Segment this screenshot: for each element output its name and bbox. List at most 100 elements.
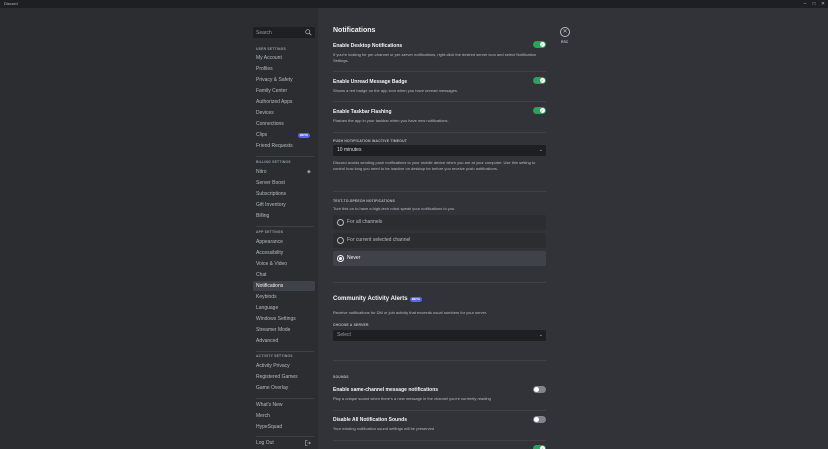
taskbar-flashing-title: Enable Taskbar Flashing (333, 109, 392, 115)
radio-label: Never (347, 255, 361, 261)
sidebar-item-gift-inventory[interactable]: Gift Inventory (253, 200, 315, 210)
sidebar-item-clips[interactable]: Clips BETA (253, 130, 315, 140)
divider (333, 410, 546, 411)
taskbar-flashing-toggle[interactable]: ✓ (533, 107, 546, 114)
radio-icon (337, 219, 344, 226)
sidebar-item-subscriptions[interactable]: Subscriptions (253, 189, 315, 199)
taskbar-flashing-description: Flashes the app in your taskbar when you… (333, 118, 449, 123)
sidebar-item-privacy-safety[interactable]: Privacy & Safety (253, 75, 315, 85)
sidebar-item-billing[interactable]: Billing (253, 211, 315, 221)
check-icon: ✓ (540, 42, 544, 47)
sidebar-item-label: Clips (256, 132, 268, 138)
divider (333, 282, 546, 283)
sidebar-item-profiles[interactable]: Profiles (253, 64, 315, 74)
sidebar-item-whats-new[interactable]: What's New (253, 400, 315, 410)
push-timeout-label: PUSH NOTIFICATION INACTIVE TIMEOUT (333, 139, 407, 143)
same-channel-sound-description: Play a unique sound when there's a new m… (333, 396, 491, 401)
server-select-placeholder: Select (337, 332, 351, 338)
divider (333, 132, 546, 133)
billing-settings-header: BILLING SETTINGS (256, 160, 291, 164)
tts-description: Turn this on to have a high-tech robot s… (333, 206, 456, 211)
radio-selected-icon (337, 255, 344, 262)
sidebar-item-advanced[interactable]: Advanced (253, 336, 315, 346)
chevron-down-icon: ⌄ (538, 147, 543, 153)
check-icon: ✓ (540, 78, 544, 83)
sidebar-item-registered-games[interactable]: Registered Games (253, 372, 315, 382)
beta-badge: BETA (410, 297, 422, 302)
next-setting-toggle[interactable]: ✓ (533, 445, 546, 449)
sidebar-item-my-account[interactable]: My Account (253, 53, 315, 63)
user-settings-header: USER SETTINGS (256, 47, 286, 51)
sidebar-divider (256, 398, 314, 399)
disable-sounds-description: Your existing notification sound setting… (333, 426, 435, 431)
sidebar-divider (256, 436, 314, 437)
sidebar-item-family-center[interactable]: Family Center (253, 86, 315, 96)
sidebar-item-label: Nitro (256, 169, 267, 175)
same-channel-sound-toggle[interactable] (533, 386, 546, 393)
sidebar-item-devices[interactable]: Devices (253, 108, 315, 118)
sidebar-item-windows-settings[interactable]: Windows Settings (253, 314, 315, 324)
sidebar-item-nitro[interactable]: Nitro ◈ (253, 167, 315, 177)
sidebar-item-friend-requests[interactable]: Friend Requests (253, 141, 315, 151)
tts-option-never[interactable]: Never (333, 251, 546, 266)
notifications-panel: Notifications Enable Desktop Notificatio… (318, 8, 828, 449)
server-select[interactable]: Select ⌄ (333, 330, 546, 341)
search-box[interactable] (253, 27, 315, 38)
disable-sounds-title: Disable All Notification Sounds (333, 417, 407, 423)
sidebar-item-accessibility[interactable]: Accessibility (253, 248, 315, 258)
app-name: Discord (4, 1, 18, 6)
activity-settings-header: ACTIVITY SETTINGS (256, 354, 293, 358)
sidebar-item-keybinds[interactable]: Keybinds (253, 292, 315, 302)
sidebar-item-appearance[interactable]: Appearance (253, 237, 315, 247)
chevron-down-icon: ⌄ (538, 332, 543, 338)
search-icon (305, 29, 312, 36)
esc-label: ESC (561, 40, 569, 44)
desktop-notifications-title: Enable Desktop Notifications (333, 43, 403, 49)
community-alerts-description: Receive notifications for DM or join act… (333, 310, 488, 315)
sidebar-item-connections[interactable]: Connections (253, 119, 315, 129)
desktop-notifications-toggle[interactable]: ✓ (533, 41, 546, 48)
radio-label: For current selected channel (347, 237, 411, 243)
beta-badge: BETA (298, 132, 310, 138)
push-timeout-select[interactable]: 10 minutes ⌄ (333, 145, 546, 156)
sidebar-item-voice-video[interactable]: Voice & Video (253, 259, 315, 269)
tts-option-current-channel[interactable]: For current selected channel (333, 233, 546, 248)
search-input[interactable] (256, 27, 304, 38)
divider (333, 101, 546, 102)
sidebar-item-streamer-mode[interactable]: Streamer Mode (253, 325, 315, 335)
sidebar-item-label: Log Out (256, 440, 274, 446)
sounds-label: SOUNDS (333, 375, 349, 379)
desktop-notifications-description: If you're looking for per-channel or per… (333, 52, 537, 63)
check-icon: ✓ (540, 446, 544, 449)
radio-label: For all channels (347, 219, 383, 225)
disable-sounds-toggle[interactable] (533, 416, 546, 423)
close-window-button[interactable]: ✕ (819, 0, 827, 8)
sidebar-item-server-boost[interactable]: Server Boost (253, 178, 315, 188)
sidebar-item-hypesquad[interactable]: HypeSquad (253, 422, 315, 432)
sidebar-item-merch[interactable]: Merch (253, 411, 315, 421)
sidebar-item-notifications[interactable]: Notifications (253, 281, 315, 291)
sidebar-item-language[interactable]: Language (253, 303, 315, 313)
sidebar-item-game-overlay[interactable]: Game Overlay (253, 383, 315, 393)
close-settings-button[interactable]: ✕ (560, 27, 570, 37)
radio-icon (337, 237, 344, 244)
divider (333, 191, 546, 192)
sidebar-item-activity-privacy[interactable]: Activity Privacy (253, 361, 315, 371)
app-settings-header: APP SETTINGS (256, 230, 284, 234)
sidebar-divider (256, 156, 314, 157)
tts-label: TEXT-TO-SPEECH NOTIFICATIONS (333, 199, 395, 203)
nitro-icon: ◈ (307, 169, 311, 175)
maximize-button[interactable]: □ (810, 0, 818, 8)
logout-icon (305, 440, 311, 446)
sidebar-item-authorized-apps[interactable]: Authorized Apps (253, 97, 315, 107)
toggle-knob (534, 387, 539, 392)
same-channel-sound-title: Enable same-channel message notification… (333, 387, 439, 393)
sidebar-divider (256, 351, 314, 352)
logout-button[interactable]: Log Out (253, 438, 315, 448)
push-timeout-description: Discord avoids sending push notification… (333, 160, 536, 171)
tts-option-all-channels[interactable]: For all channels (333, 215, 546, 230)
sidebar-item-chat[interactable]: Chat (253, 270, 315, 280)
unread-badge-toggle[interactable]: ✓ (533, 77, 546, 84)
minimize-button[interactable]: – (801, 0, 809, 8)
divider (333, 71, 546, 72)
